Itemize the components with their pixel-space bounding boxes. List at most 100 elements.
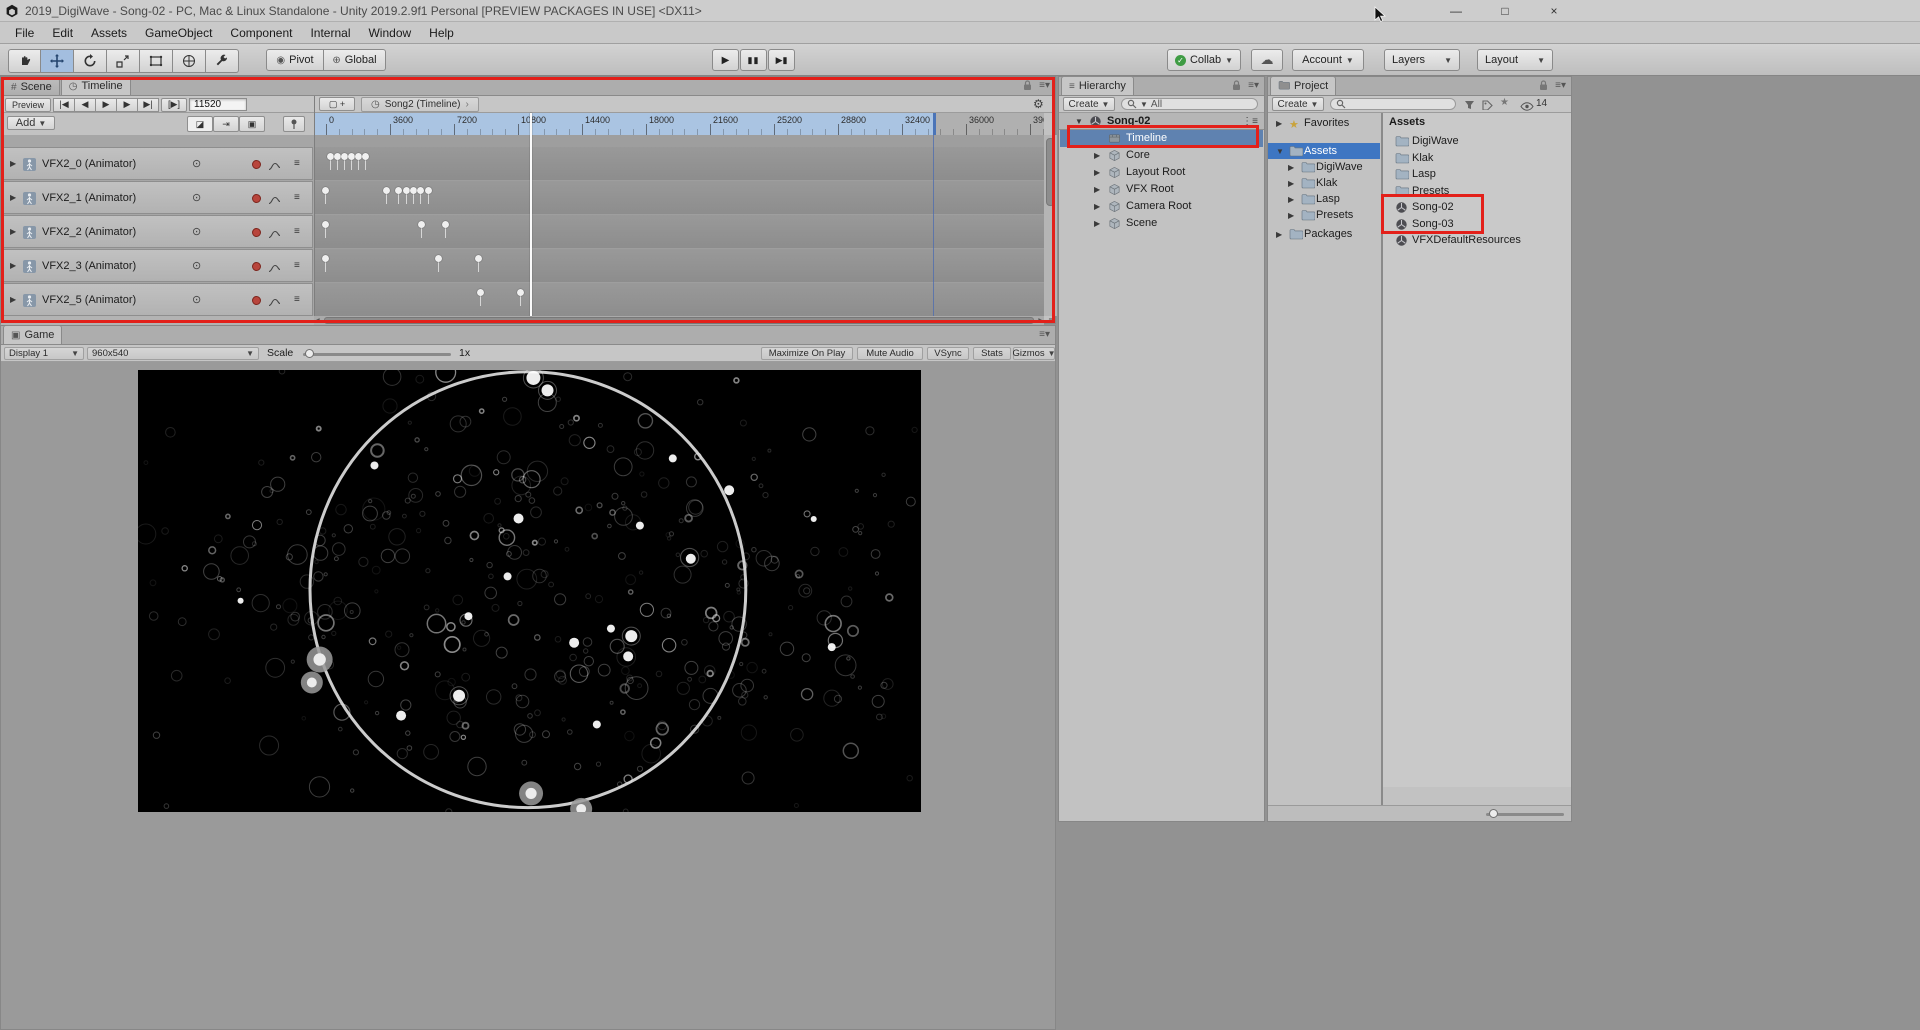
search-by-type-icon[interactable] (1464, 99, 1475, 113)
timeline-track-lane[interactable] (315, 283, 1044, 316)
scene-preview-toggle[interactable]: ⊙ (192, 191, 201, 204)
timeline-vscrollbar[interactable] (1044, 135, 1057, 316)
timeline-track-header[interactable]: ▶ VFX2_1 (Animator) ⊙ ≡ (3, 181, 313, 214)
foldout-icon[interactable]: ▶ (10, 261, 16, 270)
record-button[interactable] (252, 228, 261, 237)
scale-tool-button[interactable] (107, 49, 140, 73)
menu-edit[interactable]: Edit (43, 22, 82, 44)
tab-timeline[interactable]: ◷ Timeline (60, 76, 131, 95)
transform-tool-button[interactable] (173, 49, 206, 73)
curves-button[interactable] (268, 160, 281, 174)
project-tree-klak[interactable]: ▶ Klak (1268, 175, 1380, 191)
track-menu-icon[interactable]: ≡ (294, 294, 300, 305)
panel-lock-icon[interactable] (1539, 80, 1548, 91)
replace-mode-button[interactable]: ▣ (239, 116, 265, 132)
curves-button[interactable] (268, 194, 281, 208)
keyframe-marker[interactable] (327, 153, 334, 160)
panel-menu-icon[interactable]: ≡▾ (1039, 80, 1050, 91)
custom-tool-button[interactable] (206, 49, 239, 73)
hierarchy-item-vfx-root[interactable]: ▶ VFX Root (1060, 181, 1263, 198)
resize-grip-icon[interactable]: ≡ (1044, 316, 1057, 325)
timeline-track-lane[interactable] (315, 181, 1044, 214)
foldout-icon[interactable]: ▶ (1094, 168, 1100, 177)
hand-tool-button[interactable] (8, 49, 41, 73)
close-button[interactable]: × (1531, 0, 1577, 22)
track-menu-icon[interactable]: ≡ (294, 192, 300, 203)
menu-internal[interactable]: Internal (301, 22, 359, 44)
keyframe-marker[interactable] (424, 187, 432, 194)
track-menu-icon[interactable]: ≡ (294, 158, 300, 169)
hierarchy-item-camera-root[interactable]: ▶ Camera Root (1060, 198, 1263, 215)
account-dropdown[interactable]: Account ▼ (1292, 49, 1364, 71)
project-item-klak[interactable]: Klak (1385, 150, 1571, 166)
keyframe-marker[interactable] (517, 289, 524, 296)
foldout-icon[interactable]: ▶ (1288, 211, 1294, 220)
project-item-lasp[interactable]: Lasp (1385, 166, 1571, 182)
vscrollbar-thumb[interactable] (1046, 138, 1055, 206)
collab-dropdown[interactable]: ✓ Collab ▼ (1167, 49, 1241, 71)
rect-tool-button[interactable] (140, 49, 173, 73)
layers-dropdown[interactable]: Layers ▼ (1384, 49, 1460, 71)
scale-slider-thumb[interactable] (305, 349, 314, 358)
menu-help[interactable]: Help (420, 22, 463, 44)
timeline-settings-gear-icon[interactable]: ⚙ (1033, 97, 1044, 111)
record-button[interactable] (252, 262, 261, 271)
project-tree-favorites[interactable]: ▶ ★ Favorites (1268, 115, 1380, 131)
scale-slider[interactable] (303, 353, 451, 356)
foldout-icon[interactable]: ▶ (1094, 185, 1100, 194)
timeline-track-header[interactable]: ▶ VFX2_5 (Animator) ⊙ ≡ (3, 283, 313, 316)
record-button[interactable] (252, 296, 261, 305)
foldout-icon[interactable]: ▶ (1094, 202, 1100, 211)
marker-pin-button[interactable] (283, 116, 305, 132)
project-tree-lasp[interactable]: ▶ Lasp (1268, 191, 1380, 207)
keyframe-marker[interactable] (418, 221, 425, 228)
timeline-ruler[interactable]: 0 3600 7200 10800 14400 18000 21600 25200 28800 3… (314, 113, 1044, 135)
rotate-tool-button[interactable] (74, 49, 107, 73)
resolution-dropdown[interactable]: 960x540 ▼ (87, 347, 259, 360)
hierarchy-item-timeline[interactable]: ▶Timeline (1060, 130, 1263, 147)
keyframe-marker[interactable] (362, 153, 369, 160)
create-dropdown[interactable]: Create ▼ (1063, 97, 1115, 111)
hierarchy-item-scene[interactable]: ▶ Scene (1060, 215, 1263, 232)
frame-field[interactable]: 11520 (189, 98, 247, 111)
pivot-toggle-button[interactable]: ◉ Pivot (266, 49, 324, 71)
timeline-splitter[interactable] (314, 96, 315, 325)
scene-header-row[interactable]: ▼ Song-02 ⋮≡ (1059, 113, 1264, 130)
project-item-digiwave[interactable]: DigiWave (1385, 133, 1571, 149)
foldout-icon[interactable]: ▶ (1094, 219, 1100, 228)
icon-size-slider-thumb[interactable] (1489, 809, 1498, 818)
menu-assets[interactable]: Assets (82, 22, 136, 44)
move-tool-button[interactable] (41, 49, 74, 73)
scene-preview-toggle[interactable]: ⊙ (192, 157, 201, 170)
scene-menu-icon[interactable]: ⋮≡ (1242, 116, 1258, 127)
keyframe-marker[interactable] (322, 187, 329, 194)
tab-game[interactable]: ▣ Game (3, 325, 63, 344)
panel-menu-icon[interactable]: ≡▾ (1555, 80, 1566, 91)
hidden-packages-eye-icon[interactable] (1520, 100, 1534, 114)
mute-audio-button[interactable]: Mute Audio (857, 347, 923, 360)
hierarchy-search-input[interactable]: ▼ All (1121, 98, 1258, 110)
play-button[interactable]: ▶ (712, 49, 739, 71)
project-item-presets[interactable]: Presets (1385, 183, 1571, 199)
preview-toggle-button[interactable]: Preview (5, 97, 51, 112)
step-button[interactable]: ▶▮ (768, 49, 795, 71)
keyframe-marker[interactable] (322, 255, 329, 262)
track-menu-icon[interactable]: ≡ (294, 226, 300, 237)
play-range-button[interactable]: [▶] (161, 97, 187, 112)
search-filter-chevron-icon[interactable]: ▼ (1140, 100, 1148, 109)
scene-preview-toggle[interactable]: ⊙ (192, 259, 201, 272)
curves-button[interactable] (268, 262, 281, 276)
foldout-icon[interactable]: ▶ (10, 295, 16, 304)
playhead-line[interactable] (529, 113, 532, 316)
keyframe-marker[interactable] (416, 187, 424, 194)
record-button[interactable] (252, 194, 261, 203)
project-item-vfxdefaultresources[interactable]: VFXDefaultResources (1385, 232, 1571, 248)
scene-preview-toggle[interactable]: ⊙ (192, 225, 201, 238)
foldout-icon[interactable]: ▶ (1288, 195, 1294, 204)
timeline-track-lane[interactable] (315, 147, 1044, 180)
foldout-icon[interactable]: ▶ (1288, 179, 1294, 188)
clip-edit-mode-button[interactable]: ▢ + (319, 97, 355, 111)
track-menu-icon[interactable]: ≡ (294, 260, 300, 271)
keyframe-marker[interactable] (410, 187, 417, 194)
panel-lock-icon[interactable] (1023, 80, 1032, 91)
